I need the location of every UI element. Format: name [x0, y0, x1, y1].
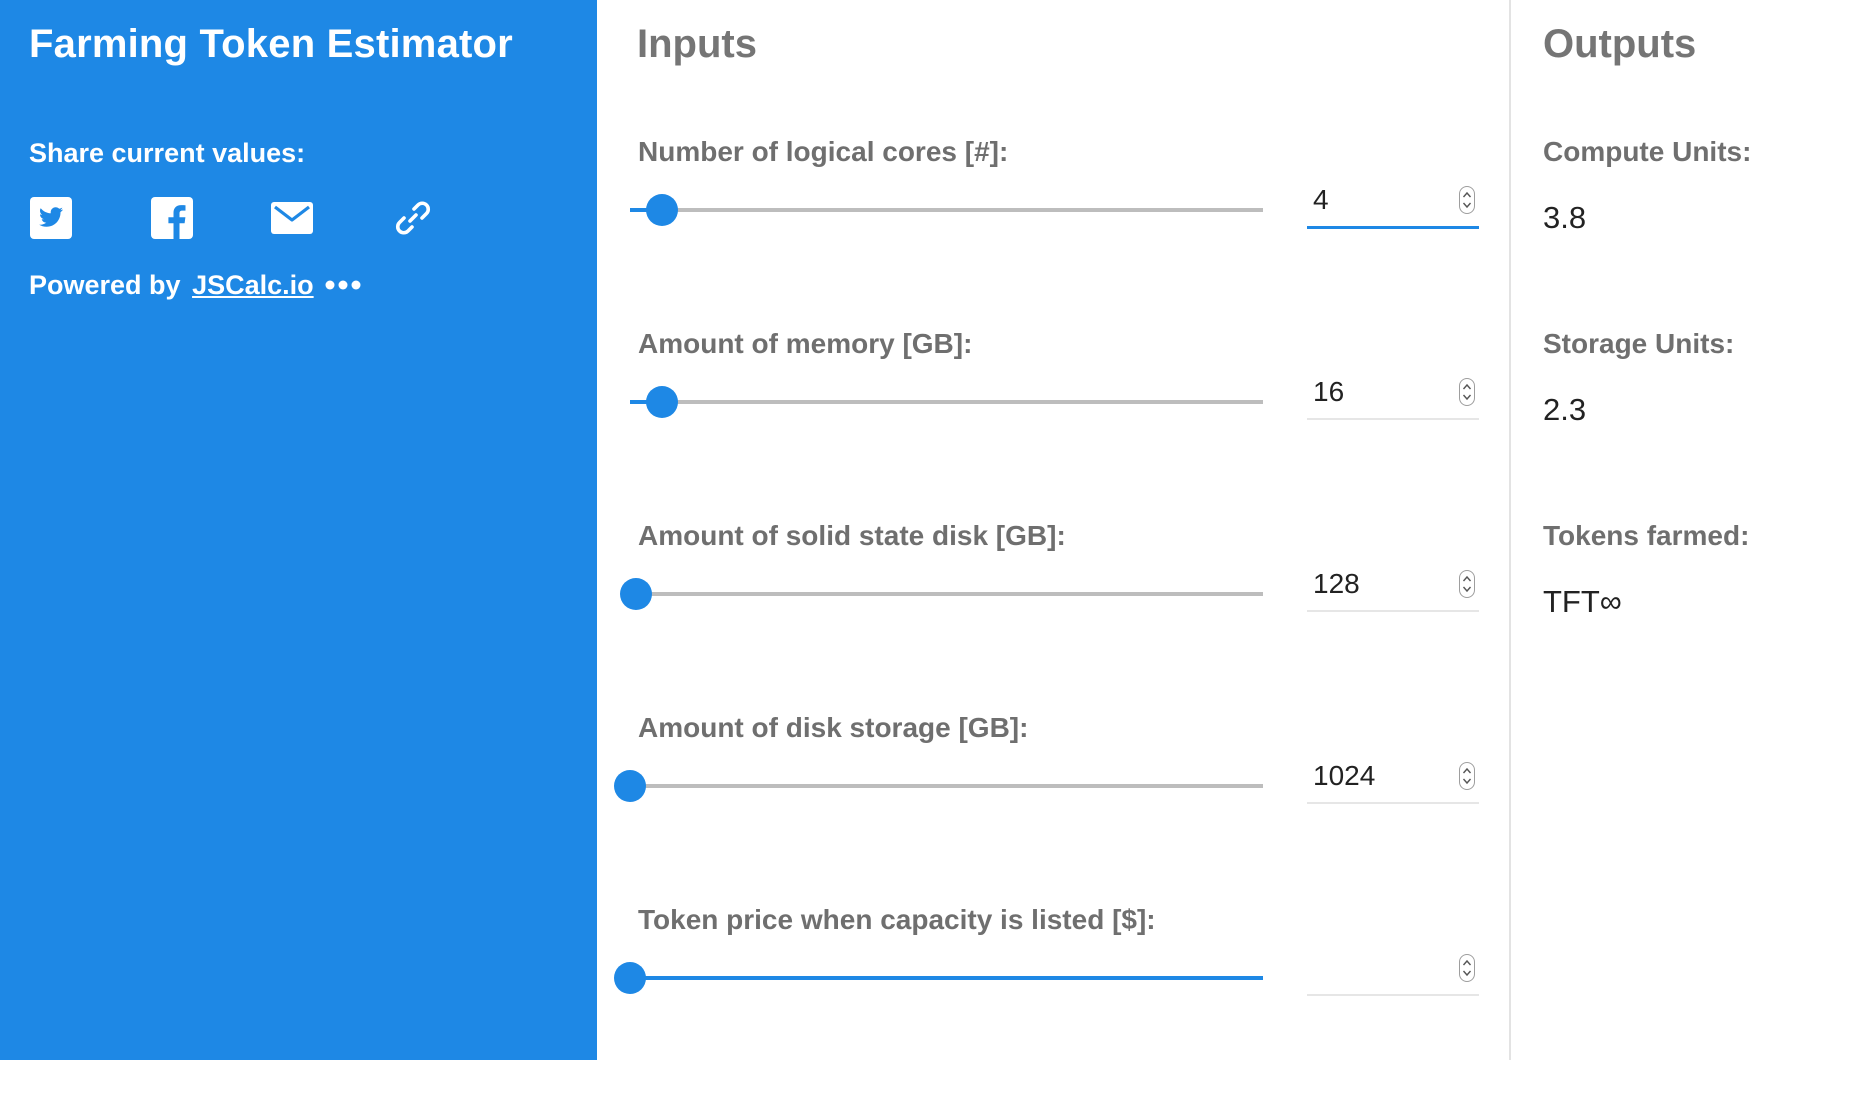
field-label: Amount of solid state disk [GB]: [638, 520, 1066, 551]
input-field-ssd: Amount of solid state disk [GB]: [597, 520, 1509, 710]
field-label: Number of logical cores [#]: [638, 136, 1009, 167]
powered-by: Powered by JSCalc.io [29, 270, 314, 301]
outputs-title: Outputs [1543, 22, 1697, 66]
cores-slider[interactable] [630, 190, 1263, 230]
slider-thumb[interactable] [614, 962, 646, 994]
field-underline [1307, 802, 1479, 804]
field-underline [1307, 610, 1479, 612]
memory-input[interactable] [1307, 368, 1443, 416]
spinner-icon[interactable] [1459, 954, 1475, 982]
field-label: Token price when capacity is listed [$]: [638, 904, 1156, 935]
input-field-memory: Amount of memory [GB]: [597, 328, 1509, 518]
token-price-slider[interactable] [614, 958, 1263, 998]
slider-track [630, 784, 1263, 788]
ssd-number-field [1307, 560, 1479, 612]
field-label: Amount of memory [GB]: [638, 328, 973, 359]
slider-thumb[interactable] [620, 578, 653, 610]
share-label: Share current values: [29, 138, 306, 168]
outputs-panel: Outputs Compute Units: 3.8 Storage Units… [1511, 0, 1872, 1060]
input-field-token-price: Token price when capacity is listed [$]: [597, 904, 1509, 1094]
token-price-number-field [1307, 944, 1479, 996]
output-storage-units: Storage Units: 2.3 [1511, 328, 1872, 448]
app-title: Farming Token Estimator [29, 22, 513, 66]
disk-storage-input[interactable] [1307, 752, 1443, 800]
disk-storage-slider[interactable] [614, 766, 1263, 806]
spinner-icon[interactable] [1459, 186, 1475, 214]
powered-by-label: Powered by [29, 270, 181, 300]
inputs-panel: Inputs Number of logical cores [#]: Amou… [597, 0, 1509, 1060]
field-underline [1307, 994, 1479, 996]
ssd-input[interactable] [1307, 560, 1443, 608]
output-value: 2.3 [1543, 392, 1587, 427]
output-value: TFT∞ [1543, 584, 1622, 619]
memory-number-field [1307, 368, 1479, 420]
slider-track [630, 592, 1263, 596]
slider-thumb[interactable] [614, 770, 646, 802]
field-label: Amount of disk storage [GB]: [638, 712, 1029, 743]
spinner-icon[interactable] [1459, 762, 1475, 790]
memory-slider[interactable] [630, 382, 1263, 422]
output-value: 3.8 [1543, 200, 1587, 235]
output-label: Storage Units: [1543, 328, 1735, 359]
inputs-title: Inputs [637, 22, 757, 66]
slider-track [630, 208, 1263, 212]
twitter-icon[interactable] [29, 196, 73, 240]
jscalc-link[interactable]: JSCalc.io [192, 270, 314, 300]
slider-thumb[interactable] [645, 194, 678, 226]
slider-track [630, 400, 1263, 404]
cores-number-field [1307, 176, 1479, 229]
link-icon[interactable] [391, 196, 435, 240]
cores-input[interactable] [1307, 176, 1443, 224]
slider-track [630, 976, 1263, 980]
more-dots-icon[interactable] [324, 270, 364, 300]
slider-thumb[interactable] [645, 386, 678, 418]
output-label: Tokens farmed: [1543, 520, 1750, 551]
output-label: Compute Units: [1543, 136, 1752, 167]
input-field-cores: Number of logical cores [#]: [597, 136, 1509, 326]
facebook-icon[interactable] [150, 196, 194, 240]
input-field-disk-storage: Amount of disk storage [GB]: [597, 712, 1509, 902]
output-tokens-farmed: Tokens farmed: TFT∞ [1511, 520, 1872, 640]
disk-storage-number-field [1307, 752, 1479, 804]
ssd-slider[interactable] [620, 574, 1263, 614]
field-underline [1307, 226, 1479, 229]
email-icon[interactable] [270, 196, 314, 240]
spinner-icon[interactable] [1459, 570, 1475, 598]
output-compute-units: Compute Units: 3.8 [1511, 136, 1872, 256]
field-underline [1307, 418, 1479, 420]
token-price-input[interactable] [1307, 944, 1443, 992]
spinner-icon[interactable] [1459, 378, 1475, 406]
sidebar: Farming Token Estimator Share current va… [0, 0, 597, 1060]
